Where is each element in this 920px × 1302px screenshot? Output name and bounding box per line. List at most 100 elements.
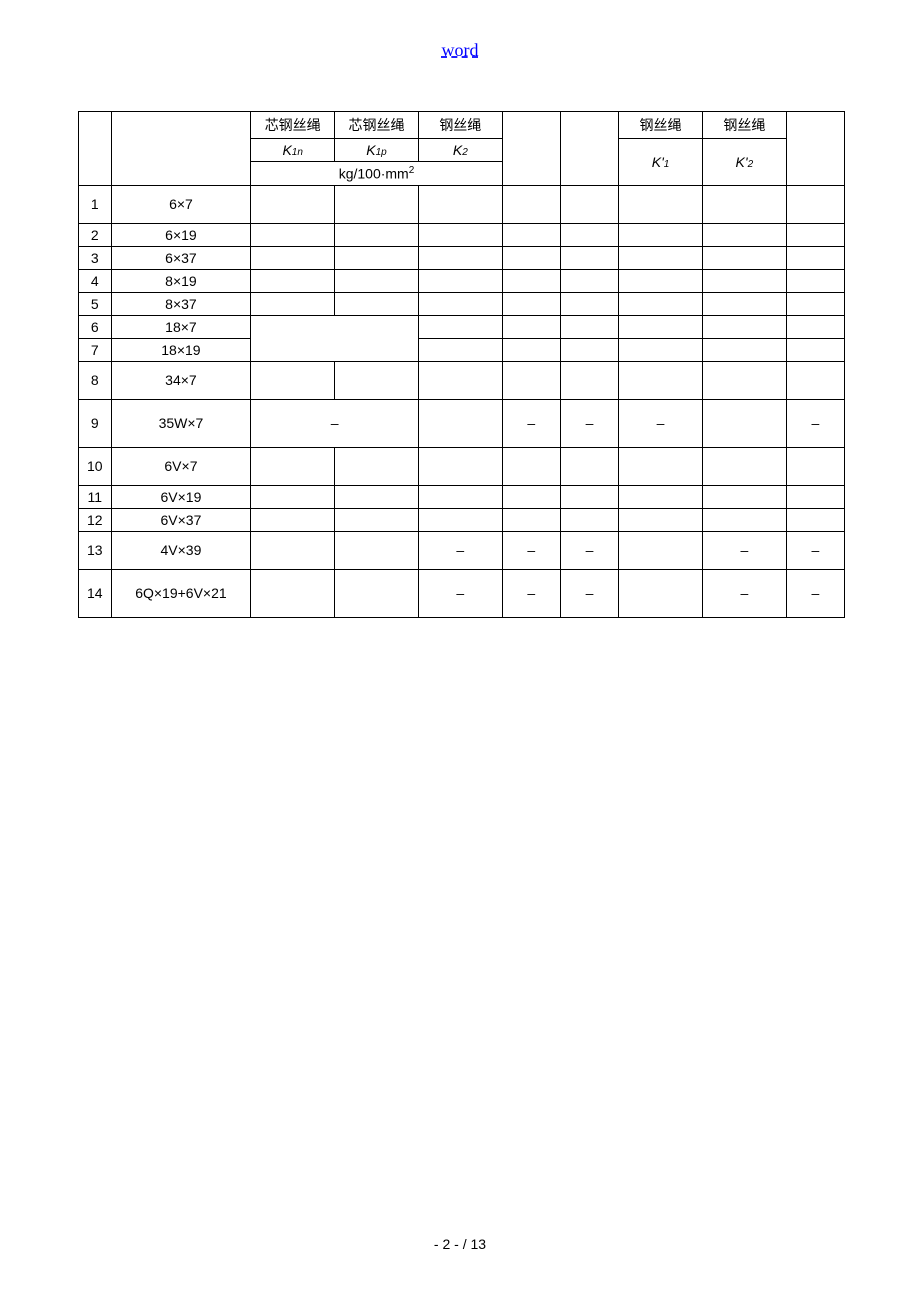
cell xyxy=(619,485,703,508)
table-row: 134V×39––––– xyxy=(79,531,845,569)
row-number: 13 xyxy=(79,531,112,569)
row-number: 10 xyxy=(79,447,112,485)
cell xyxy=(702,361,786,399)
row-spec: 35W×7 xyxy=(111,399,251,447)
cell xyxy=(786,223,844,246)
cell xyxy=(251,269,335,292)
header-blank-spec xyxy=(111,112,251,186)
cell xyxy=(619,292,703,315)
cell: – xyxy=(702,531,786,569)
cell xyxy=(251,569,335,617)
row-spec: 18×7 xyxy=(111,315,251,338)
row-spec: 8×37 xyxy=(111,292,251,315)
cell xyxy=(335,447,419,485)
cell xyxy=(702,508,786,531)
cell xyxy=(418,292,502,315)
cell xyxy=(502,185,560,223)
cell xyxy=(702,447,786,485)
cell xyxy=(702,246,786,269)
cell: – xyxy=(619,399,703,447)
header-k1p: K1p xyxy=(335,139,419,162)
cell xyxy=(335,185,419,223)
cell xyxy=(251,185,335,223)
cell xyxy=(418,447,502,485)
cell xyxy=(502,269,560,292)
row-number: 1 xyxy=(79,185,112,223)
cell xyxy=(251,485,335,508)
header-k2: K2 xyxy=(418,139,502,162)
cell xyxy=(251,508,335,531)
cell xyxy=(502,485,560,508)
table-row: 935W×7––––– xyxy=(79,399,845,447)
cell: – xyxy=(418,569,502,617)
cell xyxy=(251,315,419,361)
cell xyxy=(786,508,844,531)
cell xyxy=(560,185,618,223)
cell xyxy=(335,223,419,246)
cell xyxy=(702,315,786,338)
row-spec: 8×19 xyxy=(111,269,251,292)
cell xyxy=(702,269,786,292)
cell xyxy=(335,269,419,292)
cell xyxy=(786,447,844,485)
row-number: 14 xyxy=(79,569,112,617)
cell xyxy=(335,246,419,269)
header-钢丝绳-2: 钢丝绳 xyxy=(619,112,703,139)
cell: – xyxy=(702,569,786,617)
cell xyxy=(502,447,560,485)
row-spec: 4V×39 xyxy=(111,531,251,569)
cell xyxy=(702,223,786,246)
cell xyxy=(335,361,419,399)
cell xyxy=(251,531,335,569)
cell xyxy=(786,485,844,508)
cell xyxy=(560,485,618,508)
header-k1n: K1n xyxy=(251,139,335,162)
cell xyxy=(251,361,335,399)
cell xyxy=(418,485,502,508)
header-kp2: K'2 xyxy=(702,139,786,186)
cell xyxy=(619,531,703,569)
header-blank-last xyxy=(786,112,844,186)
row-number: 2 xyxy=(79,223,112,246)
cell: – xyxy=(502,569,560,617)
cell xyxy=(418,223,502,246)
header-text: word xyxy=(442,40,479,60)
cell xyxy=(502,292,560,315)
cell xyxy=(786,315,844,338)
cell xyxy=(786,361,844,399)
cell xyxy=(786,185,844,223)
cell xyxy=(560,447,618,485)
cell xyxy=(418,361,502,399)
cell xyxy=(335,531,419,569)
row-spec: 6×37 xyxy=(111,246,251,269)
table-row: 116V×19 xyxy=(79,485,845,508)
row-number: 8 xyxy=(79,361,112,399)
row-number: 7 xyxy=(79,338,112,361)
row-spec: 6V×37 xyxy=(111,508,251,531)
row-number: 5 xyxy=(79,292,112,315)
row-spec: 6V×7 xyxy=(111,447,251,485)
table-row: 48×19 xyxy=(79,269,845,292)
table-row: 36×37 xyxy=(79,246,845,269)
data-table: 芯钢丝绳 芯钢丝绳 钢丝绳 钢丝绳 钢丝绳 K1n K1p K2 K'1 K'2… xyxy=(78,111,845,618)
cell xyxy=(418,246,502,269)
row-number: 11 xyxy=(79,485,112,508)
cell xyxy=(418,269,502,292)
cell xyxy=(335,569,419,617)
cell xyxy=(251,246,335,269)
header-row-1: 芯钢丝绳 芯钢丝绳 钢丝绳 钢丝绳 钢丝绳 xyxy=(79,112,845,139)
row-number: 4 xyxy=(79,269,112,292)
cell xyxy=(560,246,618,269)
row-spec: 18×19 xyxy=(111,338,251,361)
row-number: 12 xyxy=(79,508,112,531)
header-blank-e2 xyxy=(560,112,618,186)
table-row: 834×7 xyxy=(79,361,845,399)
header-kp1: K'1 xyxy=(619,139,703,186)
row-number: 9 xyxy=(79,399,112,447)
cell: – xyxy=(560,399,618,447)
row-spec: 6×7 xyxy=(111,185,251,223)
table-row: 58×37 xyxy=(79,292,845,315)
cell xyxy=(502,338,560,361)
table-container: 芯钢丝绳 芯钢丝绳 钢丝绳 钢丝绳 钢丝绳 K1n K1p K2 K'1 K'2… xyxy=(78,111,845,618)
header-blank-num xyxy=(79,112,112,186)
